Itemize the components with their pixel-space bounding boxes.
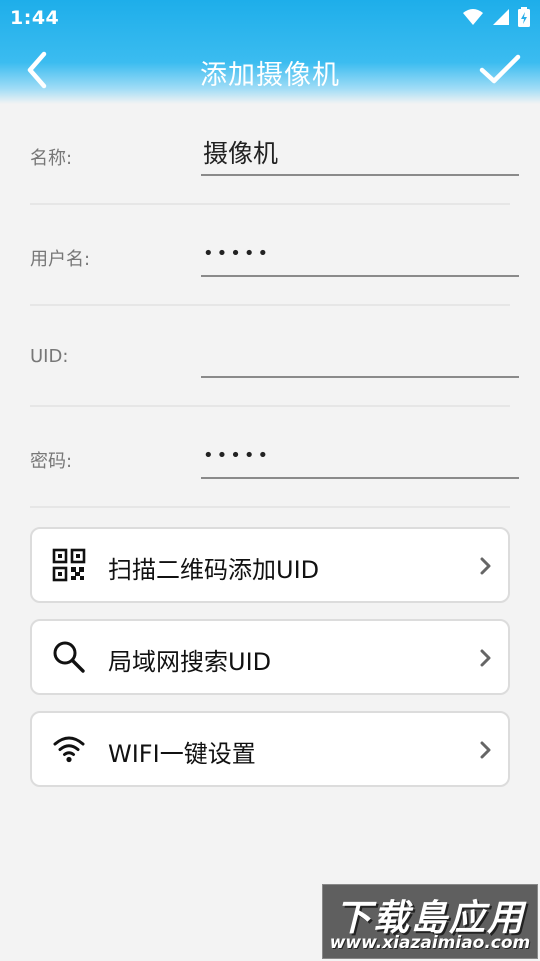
chevron-right-icon [480,649,491,667]
wifi-setup-button[interactable]: WIFI一键设置 [30,711,510,787]
action-list: 扫描二维码添加UID 局域网搜索UID WIFI一键设置 [30,527,510,803]
username-input[interactable] [201,231,519,277]
status-icons [462,7,530,27]
camera-form: 名称: 用户名: UID: 密码: [30,104,519,508]
lan-search-label: 局域网搜索UID [108,648,272,676]
search-icon [53,641,85,673]
checkmark-icon [479,54,521,84]
form-row-password: 密码: [30,407,519,508]
form-row-uid: UID: [30,306,519,407]
wifi-signal-icon [463,9,483,25]
form-row-username: 用户名: [30,205,519,306]
status-bar: 1:44 [0,0,540,36]
status-time: 1:44 [10,7,60,29]
watermark-site: www.xiazaimiao.com [329,933,531,953]
cell-signal-icon [493,9,509,25]
app-header: 1:44 添加摄像机 [0,0,540,104]
wifi-icon [53,736,85,763]
battery-charging-icon [518,7,530,27]
lan-search-button[interactable]: 局域网搜索UID [30,619,510,695]
name-label: 名称: [30,148,73,169]
watermark-logo: 下载島应用 www.xiazaimiao.com [322,884,538,959]
password-label: 密码: [30,451,73,472]
confirm-button[interactable] [478,50,522,90]
page-title: 添加摄像机 [200,60,340,91]
name-input[interactable] [201,130,519,176]
chevron-right-icon [480,557,491,575]
password-input[interactable] [201,433,519,479]
uid-input[interactable] [201,332,519,378]
qr-code-icon [52,548,86,582]
wifi-setup-label: WIFI一键设置 [108,740,256,768]
uid-label: UID: [30,346,69,367]
scan-qr-button[interactable]: 扫描二维码添加UID [30,527,510,603]
scan-qr-label: 扫描二维码添加UID [108,556,320,584]
username-label: 用户名: [30,249,91,270]
form-row-name: 名称: [30,104,519,205]
title-bar: 添加摄像机 [0,38,540,102]
chevron-right-icon [480,741,491,759]
